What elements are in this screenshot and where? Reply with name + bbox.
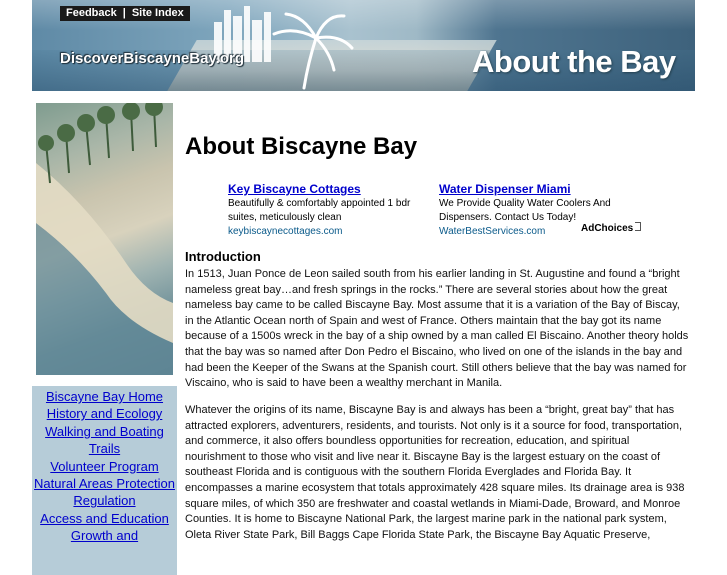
nav-separator: |	[122, 7, 126, 19]
sidebar-item-growth[interactable]: Growth and	[32, 527, 177, 544]
top-navigation: Feedback | Site Index	[60, 6, 190, 21]
banner-title: About the Bay	[472, 44, 676, 79]
sidebar-item-volunteer[interactable]: Volunteer Program	[32, 458, 177, 475]
ad-description: Beautifully & comfortably appointed 1 bd…	[228, 198, 411, 223]
sidebar-item-trails[interactable]: Walking and Boating Trails	[32, 423, 177, 458]
site-index-link[interactable]: Site Index	[132, 7, 184, 19]
sidebar-item-history-ecology[interactable]: History and Ecology	[32, 405, 177, 422]
section-heading: Introduction	[185, 249, 261, 264]
page-title: About Biscayne Bay	[185, 133, 418, 160]
adchoices-label: AdChoices	[581, 223, 634, 234]
header-banner: Feedback | Site Index DiscoverBiscayneBay.…	[32, 0, 695, 91]
ad-description: We Provide Quality Water Coolers And Dis…	[439, 198, 611, 223]
feedback-link[interactable]: Feedback	[66, 7, 117, 19]
sidebar-item-regulation[interactable]: Natural Areas Protection Regulation	[32, 475, 177, 510]
sidebar-item-home[interactable]: Biscayne Bay Home	[32, 388, 177, 405]
page-margin-right	[695, 0, 727, 545]
sidebar-navigation: Biscayne Bay Home History and Ecology Wa…	[32, 386, 177, 575]
ad-url[interactable]: keybiscaynecottages.com	[228, 225, 418, 237]
sidebar: Biscayne Bay Home History and Ecology Wa…	[32, 91, 177, 575]
adchoices-button[interactable]: AdChoices	[581, 222, 642, 234]
ad-title-link[interactable]: Water Dispenser Miami	[439, 182, 629, 197]
sidebar-beach-photo	[36, 103, 173, 375]
sidebar-item-access-education[interactable]: Access and Education	[32, 510, 177, 527]
ad-title-link[interactable]: Key Biscayne Cottages	[228, 182, 418, 197]
page-margin-left	[0, 0, 32, 545]
adchoices-icon	[635, 222, 642, 231]
paragraph: Whatever the origins of its name, Biscay…	[185, 404, 685, 541]
main-content: About Biscayne Bay Key Biscayne Cottages…	[177, 91, 695, 545]
site-logo[interactable]: DiscoverBiscayneBay.org	[60, 50, 244, 67]
palm-tree-icon	[272, 12, 354, 90]
ad-item[interactable]: Key Biscayne Cottages Beautifully & comf…	[228, 182, 418, 237]
paragraph: In 1513, Juan Ponce de Leon sailed south…	[185, 268, 689, 390]
